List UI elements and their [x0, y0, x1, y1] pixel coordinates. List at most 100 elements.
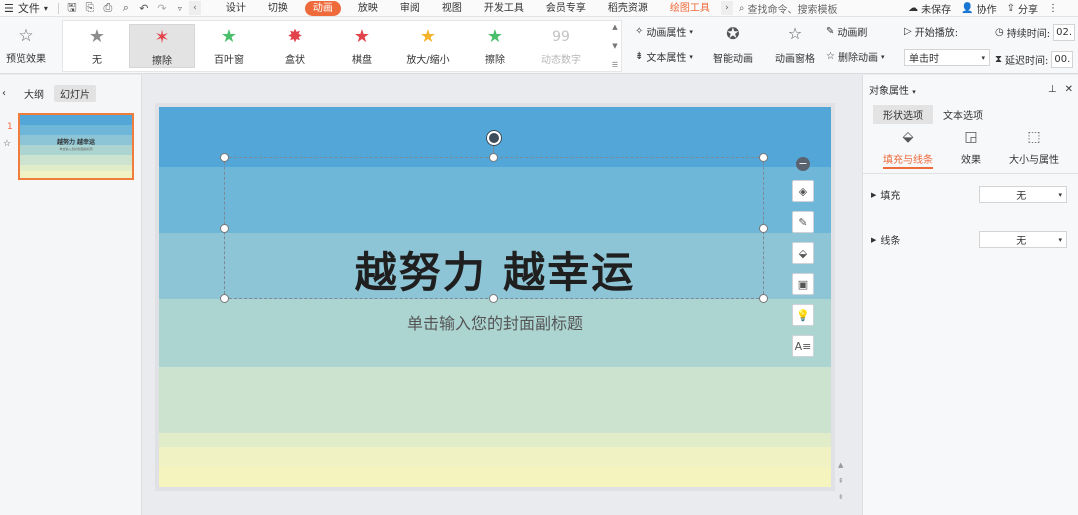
thumb-band [20, 155, 132, 165]
play-icon: ▷ [904, 26, 912, 37]
gallery-scroller[interactable]: ▲ ▼ ☰ [610, 23, 620, 69]
resize-handle-se[interactable] [759, 294, 768, 303]
pen-icon[interactable]: ✎ [792, 211, 814, 233]
anim-zoom[interactable]: ★ 放大/缩小 [395, 24, 461, 68]
panel-subtabs: ⬙ 填充与线条 ◲ 效果 ⬚ 大小与属性 [869, 129, 1073, 169]
smart-anim-button[interactable]: ✪ 智能动画 [713, 24, 753, 65]
tab-design[interactable]: 设计 [215, 1, 257, 16]
delay-input[interactable]: 00. [1051, 51, 1074, 68]
tab-member[interactable]: 会员专享 [535, 1, 597, 16]
tab-slides[interactable]: 幻灯片 [54, 85, 96, 102]
collab-button[interactable]: 👤 协作 [961, 1, 996, 16]
tab-drawing-tools[interactable]: 绘图工具 [659, 1, 721, 16]
layers-icon[interactable]: ◈ [792, 180, 814, 202]
slide-band [159, 433, 831, 447]
collapse-panel-icon[interactable]: ‹ [0, 88, 6, 99]
user-icon: 👤 [961, 3, 974, 14]
undo-icon[interactable]: ↶ [136, 2, 152, 15]
anim-brush-button[interactable]: ✎ 动画刷 [826, 24, 884, 39]
anim-blinds[interactable]: ★ 百叶窗 [196, 24, 262, 68]
resize-handle-sw[interactable] [220, 294, 229, 303]
anim-checkerboard[interactable]: ★ 棋盘 [329, 24, 395, 68]
search-box[interactable]: ⌕ 查找命令、搜索模板 [739, 1, 838, 16]
tab-slideshow[interactable]: 放映 [347, 1, 389, 16]
export-pdf-icon[interactable]: ⎘ [82, 1, 98, 15]
tab-outline[interactable]: 大纲 [18, 85, 50, 102]
line-label: 线条 [880, 236, 901, 247]
tab-transition[interactable]: 切换 [257, 1, 299, 16]
scroll-page-up-icon[interactable]: ⇞ [838, 477, 844, 485]
print-preview-icon[interactable]: ⌕ [118, 1, 134, 15]
panel-title: 对象属性 [869, 86, 909, 97]
share-button[interactable]: ⇪ 分享 [1007, 1, 1038, 16]
menu-bar: ☰ 文件 ▾ 🖫 ⎘ ⎙ ⌕ ↶ ↷ ▿ ‹ 设计 切换 动画 放映 审阅 视图… [0, 0, 1078, 17]
slide-thumbnail[interactable]: 越努力 越幸运 单击输入您的封面副标题 [18, 113, 134, 180]
redo-icon[interactable]: ↷ [154, 2, 170, 15]
rotate-handle[interactable] [487, 131, 501, 145]
print-icon[interactable]: ⎙ [100, 1, 116, 15]
unsaved-button[interactable]: ☁ 未保存 [908, 1, 951, 16]
frame-icon[interactable]: ▣ [792, 273, 814, 295]
resize-handle-s[interactable] [489, 294, 498, 303]
start-play-select[interactable]: 单击时 ▾ [904, 49, 990, 66]
quick-access-more-icon[interactable]: ▿ [172, 2, 188, 15]
save-icon[interactable]: 🖫 [64, 1, 80, 15]
anim-erase[interactable]: ★ 擦除 [462, 24, 528, 68]
panel-title-dropdown[interactable]: 对象属性 ▾ [869, 82, 916, 97]
tab-developer[interactable]: 开发工具 [473, 1, 535, 16]
line-toggle[interactable]: ▶ 线条 [871, 232, 901, 248]
duration-input[interactable]: 02. [1053, 24, 1076, 41]
tab-text-options[interactable]: 文本选项 [933, 105, 993, 124]
tab-review[interactable]: 审阅 [389, 1, 431, 16]
fill-toggle[interactable]: ▶ 填充 [871, 187, 900, 203]
slide-number: 1 [7, 122, 13, 132]
anim-props-button[interactable]: ✧ 动画属性 ▾ [635, 24, 693, 39]
tab-docer-resources[interactable]: 稻壳资源 [597, 1, 659, 16]
scroll-page-down-icon[interactable]: ⇟ [838, 493, 844, 501]
line-select[interactable]: 无 ▾ [979, 231, 1067, 248]
scroll-up-icon[interactable]: ▲ [838, 461, 843, 469]
fill-bucket-icon[interactable]: ⬙ [792, 242, 814, 264]
preview-star-icon: ☆ [18, 26, 34, 46]
tab-animation[interactable]: 动画 [304, 0, 341, 16]
tabs-scroll-right-icon[interactable]: › [720, 1, 733, 15]
collapse-toolbar-icon[interactable]: − [796, 157, 810, 171]
chevron-up-icon[interactable]: ▲ [612, 23, 617, 31]
close-icon[interactable]: ✕ [1065, 84, 1073, 95]
gallery-expand-icon[interactable]: ☰ [612, 61, 618, 69]
resize-handle-e[interactable] [759, 224, 768, 233]
text-format-icon[interactable]: A≡ [792, 335, 814, 357]
file-menu[interactable]: ☰ 文件 ▾ [0, 0, 54, 16]
tab-shape-options[interactable]: 形状选项 [873, 105, 933, 124]
chevron-down-icon[interactable]: ▼ [612, 42, 617, 50]
resize-handle-n[interactable] [489, 153, 498, 162]
anim-none[interactable]: ★ 无 [64, 24, 130, 68]
tab-view[interactable]: 视图 [431, 1, 473, 16]
delete-anim-button[interactable]: ☆ 删除动画 ▾ [826, 49, 884, 64]
anim-dynamic-number[interactable]: 99 动态数字 [528, 24, 594, 68]
tabs-scroll-left-icon[interactable]: ‹ [188, 1, 201, 15]
text-props-button[interactable]: ⇟ 文本属性 ▾ [635, 49, 693, 64]
anim-box[interactable]: ✸ 盒状 [262, 24, 328, 68]
pin-icon[interactable]: ⊥ [1048, 84, 1057, 95]
preview-effect-button[interactable]: ☆ 预览效果 [0, 17, 52, 74]
selection-box[interactable] [224, 157, 764, 299]
anim-pane-button[interactable]: ☆ 动画窗格 [775, 24, 815, 65]
more-icon[interactable]: ⋮ [1048, 3, 1058, 14]
resize-handle-ne[interactable] [759, 153, 768, 162]
delay-label: 延迟时间: [1005, 56, 1049, 67]
fill-select[interactable]: 无 ▾ [979, 186, 1067, 203]
resize-handle-nw[interactable] [220, 153, 229, 162]
slide[interactable]: 越努力 越幸运 单击输入您的封面副标题 − ◈ ✎ ⬙ ▣ 💡 A≡ [159, 107, 831, 487]
thumb-band [20, 125, 132, 135]
lightbulb-icon[interactable]: 💡 [792, 304, 814, 326]
anim-wipe[interactable]: ✶ 擦除 [129, 24, 195, 68]
subtab-effect[interactable]: ◲ 效果 [961, 129, 981, 169]
slide-band [159, 447, 831, 467]
subtab-size[interactable]: ⬚ 大小与属性 [1009, 129, 1059, 169]
slide-subtitle[interactable]: 单击输入您的封面副标题 [159, 310, 831, 334]
subtab-fill-line[interactable]: ⬙ 填充与线条 [883, 129, 933, 169]
canvas-scrollbar[interactable]: ▲ ⇞ ⇟ [836, 75, 846, 515]
resize-handle-w[interactable] [220, 224, 229, 233]
anim-props-icon: ✧ [635, 26, 644, 37]
